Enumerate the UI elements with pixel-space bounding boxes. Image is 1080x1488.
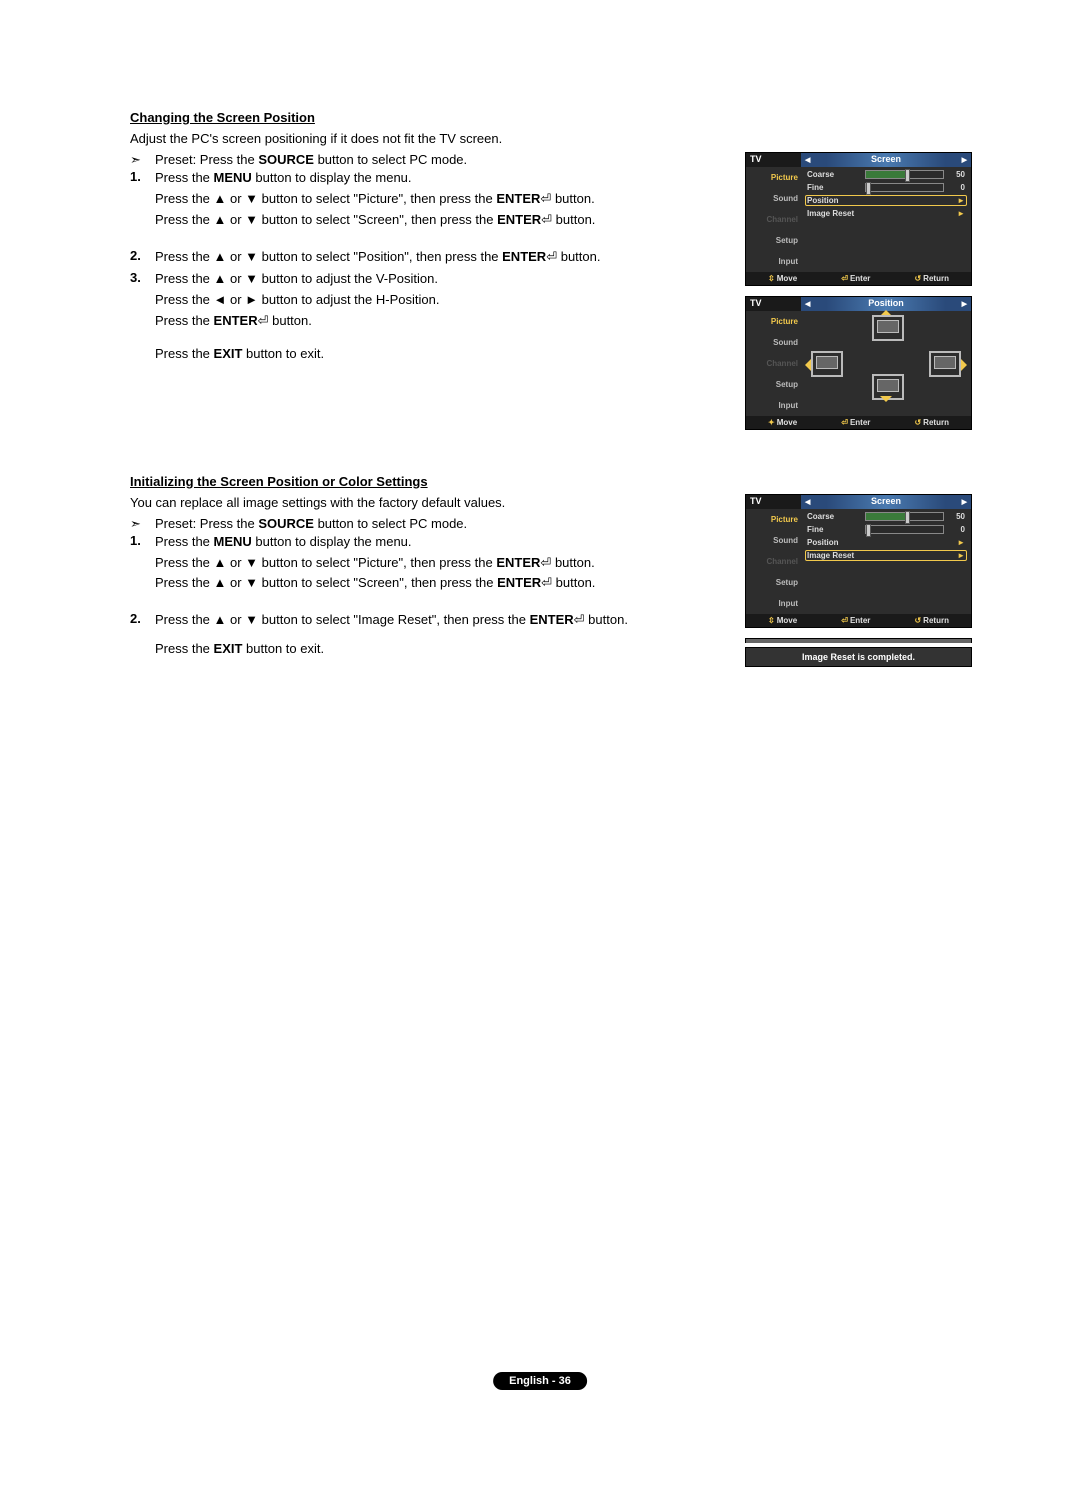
position-diagram [805,313,967,408]
osd-row-imagereset-selected: Image Reset ► [805,550,967,561]
section-changing-screen-position: Changing the Screen Position Adjust the … [130,110,970,364]
chevron-right-icon: ► [957,209,965,218]
section2-heading: Initializing the Screen Position or Colo… [130,474,970,489]
enter-icon: ⏎ [258,313,269,328]
osd-screen-position: TV ◀ Screen ▶ Picture Sound Channel Setu… [745,152,972,286]
section-initializing: Initializing the Screen Position or Colo… [130,474,970,659]
chevron-left-icon: ◀ [805,300,810,308]
chevron-right-icon: ▶ [962,300,967,308]
arrow-left-icon [799,359,811,371]
chevron-right-icon: ▶ [962,156,967,164]
enter-icon: ⏎ [540,191,551,206]
enter-icon: ⏎ [541,212,552,227]
section1-intro: Adjust the PC's screen positioning if it… [130,131,970,146]
enter-icon: ⏎ [540,555,551,570]
osd-position: TV ◀ Position ▶ Picture Sound Channel Se… [745,296,972,430]
page-footer: English - 36 [493,1372,587,1390]
arrow-right-icon [961,359,973,371]
enter-icon: ⏎ [574,612,585,627]
enter-icon: ⏎ [541,575,552,590]
chevron-left-icon: ◀ [805,498,810,506]
osd-row-position-selected: Position ► [805,195,967,206]
osd-screenshots-section1: TV ◀ Screen ▶ Picture Sound Channel Setu… [745,152,970,440]
image-reset-message: Image Reset is completed. [745,647,972,667]
arrow-down-icon [880,396,892,408]
osd-screen-imagereset: TV ◀ Screen ▶ Picture Sound Channel Setu… [745,494,972,628]
chevron-left-icon: ◀ [805,156,810,164]
section1-heading: Changing the Screen Position [130,110,970,125]
enter-icon: ⏎ [546,249,557,264]
osd-screenshots-section2: TV ◀ Screen ▶ Picture Sound Channel Setu… [745,494,970,667]
chevron-right-icon: ▶ [962,498,967,506]
chevron-right-icon: ► [957,538,965,547]
chevron-right-icon: ► [957,196,965,205]
chevron-right-icon: ► [957,551,965,560]
